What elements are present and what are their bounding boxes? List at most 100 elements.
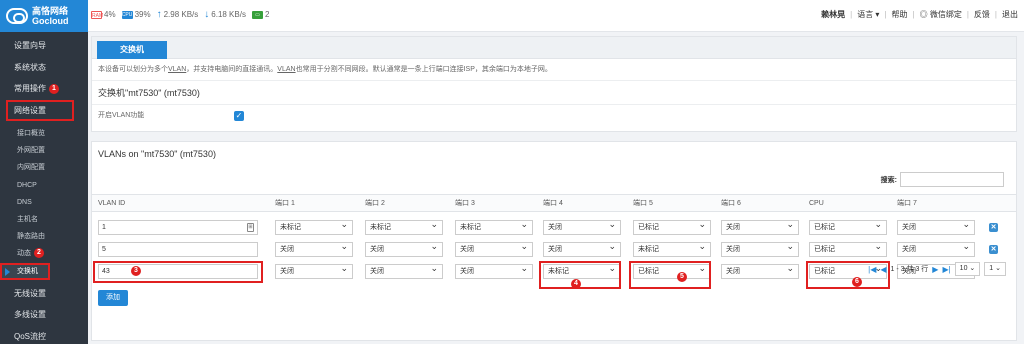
column-header: 端口 2 bbox=[365, 200, 385, 207]
vlan-enable-label: 开启VLAN功能 bbox=[98, 112, 145, 119]
cloud-logo-icon bbox=[6, 8, 28, 24]
last-page-icon[interactable]: ▶| bbox=[942, 265, 950, 274]
annotation-badge: 4 bbox=[571, 279, 581, 289]
screen-icon: ▭ bbox=[251, 10, 263, 19]
sidebar-sub-dns[interactable]: DNS bbox=[0, 194, 88, 211]
port-select[interactable]: 关闭 bbox=[897, 218, 975, 235]
annotation-badge: 3 bbox=[131, 266, 141, 276]
port-select[interactable]: 关闭 bbox=[275, 240, 353, 257]
brand-name-en: Gocloud bbox=[32, 16, 69, 26]
page-description: 本设备可以划分为多个VLAN，并支持电脑间的直接通讯。VLAN也常用于分割不同网… bbox=[92, 59, 1016, 81]
top-nav: 赖林晃 | 语言 ▾ | 帮助 | ◎ 微信绑定 | 反馈 | 退出 bbox=[821, 9, 1018, 20]
brand-logo[interactable]: 高恪网络 Gocloud bbox=[0, 0, 88, 32]
delete-row-icon[interactable]: ✕ bbox=[989, 245, 998, 254]
sidebar-sub-dynamic[interactable]: 动态 2 bbox=[0, 245, 88, 262]
sidebar-item-network-settings[interactable]: 网络设置 bbox=[6, 99, 74, 121]
column-header: CPU bbox=[809, 200, 824, 207]
port-select[interactable]: 关闭 bbox=[721, 218, 799, 235]
sidebar-item-setup-wizard[interactable]: 设置向导 bbox=[0, 35, 88, 57]
vlan-panel: VLANs on "mt7530" (mt7530) 搜索: VLAN ID 端口… bbox=[91, 141, 1017, 341]
sidebar-sub-dhcp[interactable]: DHCP bbox=[0, 177, 88, 194]
tab-switch[interactable]: 交换机 bbox=[97, 41, 167, 59]
ram-icon: RAM bbox=[91, 10, 104, 19]
brand-name-cn: 高恪网络 bbox=[32, 6, 69, 16]
sidebar-item-qos[interactable]: QoS流控 bbox=[0, 326, 88, 344]
download-rate: 6.18 KB/s bbox=[211, 10, 246, 19]
cpu-icon: CPU bbox=[121, 10, 133, 19]
sidebar-item-common-ops[interactable]: 常用操作 1 bbox=[0, 78, 88, 100]
port-select[interactable]: 关闭 bbox=[365, 262, 443, 279]
first-page-icon[interactable]: |◀ bbox=[868, 265, 876, 274]
user-name[interactable]: 赖林晃 bbox=[821, 9, 845, 20]
port-select[interactable]: 关闭 bbox=[365, 240, 443, 257]
port-select[interactable]: 关闭 bbox=[455, 240, 533, 257]
delete-row-icon[interactable]: ✕ bbox=[989, 223, 998, 232]
sidebar-sub-interface-overview[interactable]: 接口概览 bbox=[0, 125, 88, 142]
calculator-icon: ⊞ bbox=[247, 223, 254, 232]
sidebar: 设置向导 系统状态 常用操作 1 网络设置 接口概览 外网配置 内网配置 DHCP… bbox=[0, 32, 88, 344]
port-select[interactable]: 关闭 bbox=[543, 240, 621, 257]
annotation-highlight-box: 4 bbox=[539, 261, 621, 289]
vlans-title: VLANs on "mt7530" (mt7530) bbox=[98, 149, 216, 159]
add-button[interactable]: 添加 bbox=[98, 290, 128, 306]
column-header: 端口 5 bbox=[633, 200, 653, 207]
feedback-link[interactable]: 反馈 bbox=[974, 9, 990, 20]
sidebar-item-multiline[interactable]: 多线设置 bbox=[0, 304, 88, 326]
wechat-bind-link[interactable]: ◎ 微信绑定 bbox=[920, 9, 962, 20]
vlan-enable-row: 开启VLAN功能 ✓ bbox=[92, 105, 1016, 127]
annotation-badge-2: 2 bbox=[34, 248, 44, 259]
sidebar-item-system-status[interactable]: 系统状态 bbox=[0, 57, 88, 79]
download-icon: ↓ bbox=[204, 9, 210, 20]
port-select[interactable]: 未标记 bbox=[633, 240, 711, 257]
sidebar-sub-switch[interactable]: 交换机 bbox=[0, 262, 50, 280]
column-header: 端口 4 bbox=[543, 200, 563, 207]
vlan-id-input[interactable]: 5 bbox=[98, 242, 258, 257]
switch-panel: 交换机 本设备可以划分为多个VLAN，并支持电脑间的直接通讯。VLAN也常用于分… bbox=[91, 36, 1017, 132]
sidebar-item-wireless[interactable]: 无线设置 bbox=[0, 283, 88, 305]
sidebar-sub-wan[interactable]: 外网配置 bbox=[0, 142, 88, 159]
cpu-usage: 39% bbox=[134, 10, 151, 19]
port-select[interactable]: 未标记 bbox=[365, 218, 443, 235]
sidebar-sub-hostname[interactable]: 主机名 bbox=[0, 211, 88, 228]
port-select[interactable]: 未标记 bbox=[455, 218, 533, 235]
next-page-icon[interactable]: ▶ bbox=[932, 265, 938, 274]
port-select[interactable]: 关闭 bbox=[543, 218, 621, 235]
system-stats: RAM 4% CPU 39% ↑ 2.98 KB/s ↓ 6.18 KB/s ▭ 2 bbox=[91, 9, 269, 20]
port-select[interactable]: 已标记 bbox=[633, 218, 711, 235]
column-header: 端口 1 bbox=[275, 200, 295, 207]
vlan-enable-checkbox[interactable]: ✓ bbox=[234, 111, 244, 121]
port-select[interactable]: 已标记 bbox=[809, 218, 887, 235]
column-header: 端口 6 bbox=[721, 200, 741, 207]
port-select[interactable]: 已标记 bbox=[809, 240, 887, 257]
help-link[interactable]: 帮助 bbox=[892, 9, 908, 20]
logout-link[interactable]: 退出 bbox=[1002, 9, 1018, 20]
search-label: 搜索: bbox=[880, 176, 897, 184]
wechat-icon: ◎ bbox=[919, 10, 928, 19]
table-header: VLAN ID 端口 1 端口 2 端口 3 端口 4 端口 5 端口 6 CPU 端口 7 bbox=[92, 194, 1016, 212]
top-bar: 高恪网络 Gocloud RAM 4% CPU 39% ↑ 2.98 KB/s ↓ 6.… bbox=[0, 0, 1024, 32]
search-input[interactable] bbox=[900, 172, 1004, 187]
tab-bar: 交换机 bbox=[92, 37, 1016, 59]
annotation-highlight-box: 3 bbox=[93, 261, 263, 283]
port-select[interactable]: 关闭 bbox=[275, 262, 353, 279]
screen-count: 2 bbox=[264, 10, 270, 19]
port-select[interactable]: 未标记 bbox=[275, 218, 353, 235]
page-select[interactable]: 1 ⌄ bbox=[984, 262, 1006, 276]
annotation-highlight-box: 5 bbox=[629, 261, 711, 289]
page-size-select[interactable]: 10 ⌄ bbox=[954, 262, 981, 276]
search-bar: 搜索: bbox=[881, 172, 1004, 187]
port-select[interactable]: 关闭 bbox=[721, 262, 799, 279]
sidebar-sub-static-route[interactable]: 静态路由 bbox=[0, 228, 88, 245]
vlan-id-input[interactable]: 1 ⊞ bbox=[98, 220, 258, 235]
port-select[interactable]: 关闭 bbox=[721, 240, 799, 257]
sidebar-sub-lan[interactable]: 内网配置 bbox=[0, 159, 88, 176]
language-menu[interactable]: 语言 ▾ bbox=[857, 9, 879, 20]
ram-usage: 4% bbox=[104, 10, 116, 19]
pagination: |◀ ◀ 1 - 3 共 3 行 ▶ ▶| 10 ⌄ 1 ⌄ bbox=[868, 262, 1006, 276]
column-header: VLAN ID bbox=[98, 200, 126, 207]
annotation-badge: 5 bbox=[677, 272, 687, 282]
port-select[interactable]: 关闭 bbox=[897, 240, 975, 257]
port-select[interactable]: 关闭 bbox=[455, 262, 533, 279]
prev-page-icon[interactable]: ◀ bbox=[880, 265, 886, 274]
upload-icon: ↑ bbox=[156, 9, 162, 20]
